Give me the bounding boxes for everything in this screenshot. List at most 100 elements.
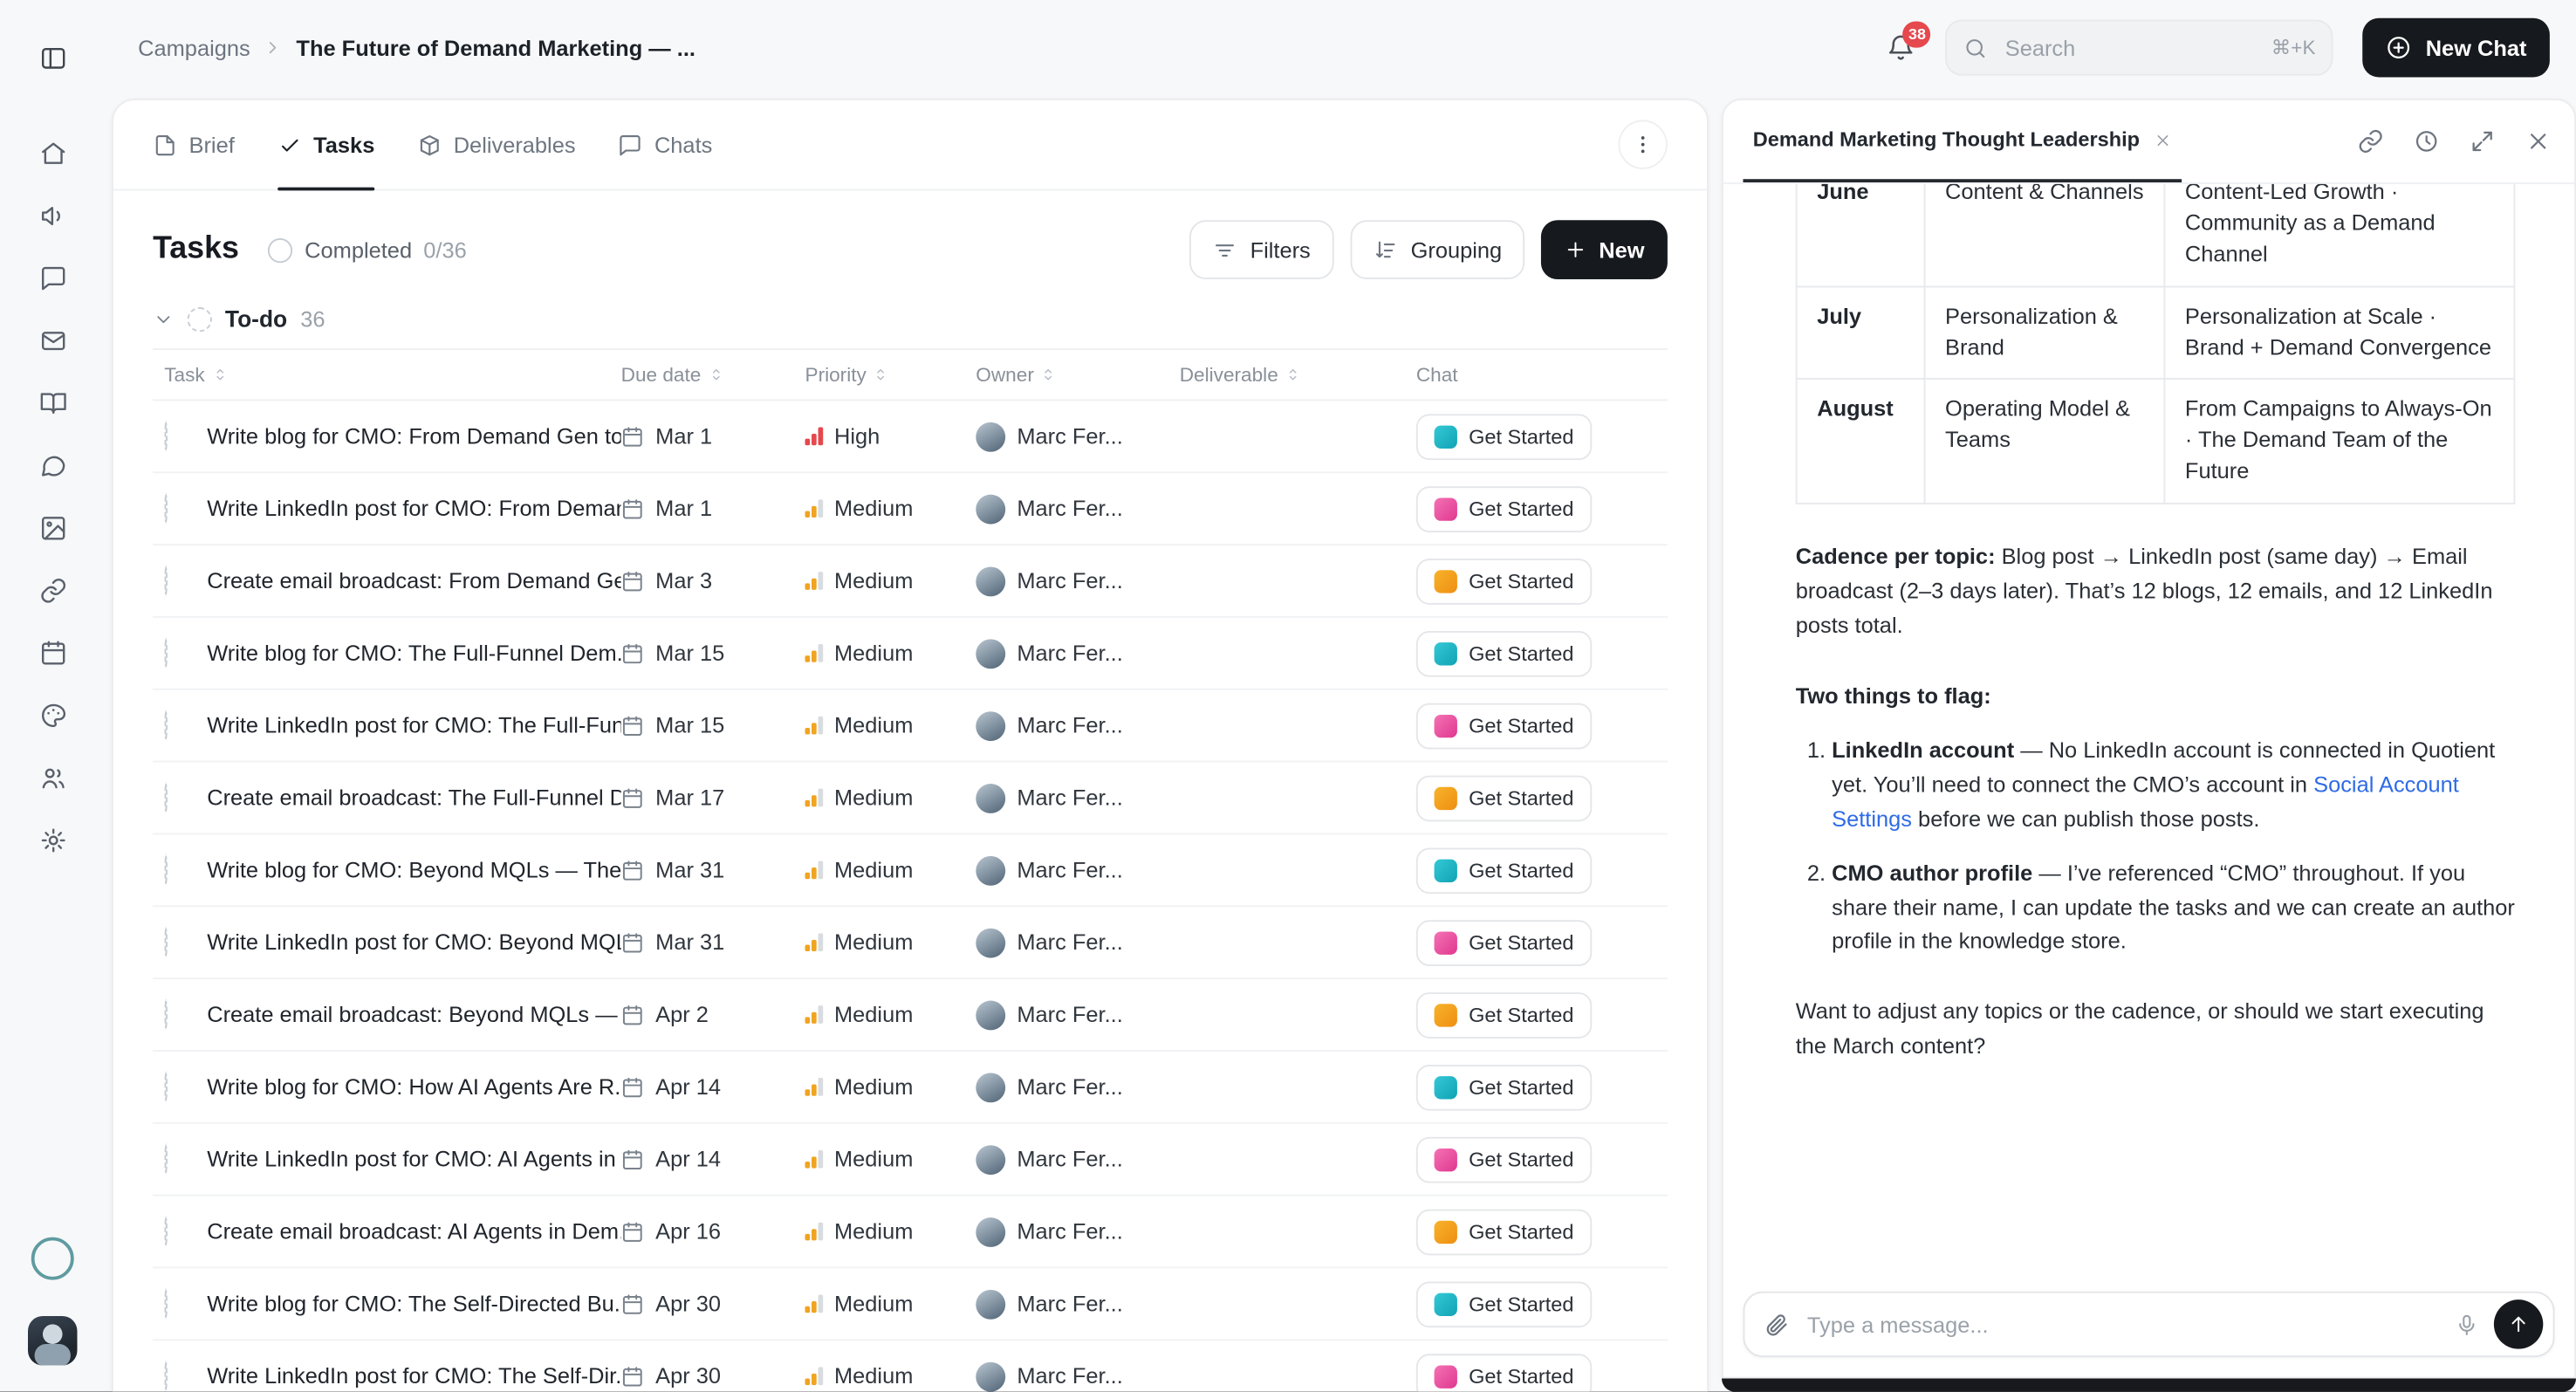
priority-icon [805, 1078, 822, 1096]
task-checkbox[interactable] [164, 1215, 168, 1246]
mic-icon[interactable] [2455, 1312, 2479, 1336]
task-priority: Medium [805, 1292, 976, 1316]
chat-tab-close-icon[interactable] [2155, 131, 2173, 149]
new-chat-button[interactable]: New Chat [2363, 18, 2550, 78]
todo-group-header[interactable]: To-do 36 [113, 292, 1707, 348]
tab-chats[interactable]: Chats [619, 100, 713, 189]
task-checkbox[interactable] [164, 1360, 168, 1391]
agents-icon[interactable] [28, 253, 77, 302]
topbar-actions: 38 ⌘+K New Chat [1887, 18, 2550, 78]
task-checkbox[interactable] [164, 565, 168, 596]
calendar-icon[interactable] [28, 627, 77, 676]
settings-icon[interactable] [28, 815, 77, 864]
task-checkbox[interactable] [164, 1142, 168, 1174]
table-row[interactable]: Write blog for CMO: How AI Agents Are R.… [153, 1052, 1668, 1124]
task-checkbox[interactable] [164, 709, 168, 740]
table-row[interactable]: Write LinkedIn post for CMO: The Full-Fu… [153, 690, 1668, 763]
get-started-button[interactable]: Get Started [1416, 630, 1592, 676]
tab-deliverables[interactable]: Deliverables [417, 100, 575, 189]
campaigns-icon[interactable] [28, 190, 77, 239]
col-deliverable[interactable]: Deliverable [1180, 363, 1416, 386]
get-started-button[interactable]: Get Started [1416, 991, 1592, 1038]
new-task-button[interactable]: New [1541, 220, 1668, 279]
get-started-button[interactable]: Get Started [1416, 413, 1592, 459]
get-started-button[interactable]: Get Started [1416, 485, 1592, 531]
table-row[interactable]: Write blog for CMO: The Full-Funnel Dem.… [153, 618, 1668, 690]
table-row[interactable]: Create email broadcast: The Full-Funnel … [153, 763, 1668, 835]
table-row[interactable]: Write blog for CMO: Beyond MQLs — The ..… [153, 834, 1668, 907]
get-started-button[interactable]: Get Started [1416, 1353, 1592, 1391]
team-icon[interactable] [28, 752, 77, 801]
chevron-down-icon[interactable] [153, 308, 174, 329]
search-box[interactable]: ⌘+K [1946, 20, 2333, 76]
media-icon[interactable] [28, 503, 77, 552]
task-checkbox[interactable] [164, 781, 168, 813]
table-row[interactable]: Write LinkedIn post for CMO: The Self-Di… [153, 1341, 1668, 1391]
task-checkbox[interactable] [164, 854, 168, 885]
search-input[interactable] [2002, 34, 2258, 62]
chat-app-icon [1435, 1075, 1457, 1098]
get-started-button[interactable]: Get Started [1416, 703, 1592, 749]
attach-icon[interactable] [1763, 1311, 1789, 1337]
tab-tasks[interactable]: Tasks [277, 100, 375, 189]
priority-icon [805, 1005, 822, 1024]
message-composer[interactable] [1743, 1292, 2554, 1357]
col-owner[interactable]: Owner [976, 363, 1179, 386]
get-started-button[interactable]: Get Started [1416, 1064, 1592, 1110]
status-ring-icon [31, 1238, 74, 1280]
sidebar-toggle-icon[interactable] [28, 33, 77, 82]
task-due-date: Mar 15 [621, 641, 805, 665]
knowledge-icon[interactable] [28, 378, 77, 427]
get-started-button[interactable]: Get Started [1416, 847, 1592, 894]
table-row[interactable]: Create email broadcast: From Demand Ge..… [153, 545, 1668, 618]
get-started-button[interactable]: Get Started [1416, 558, 1592, 604]
breadcrumb-current: The Future of Demand Marketing — ... [296, 35, 695, 59]
left-rail [0, 0, 105, 1392]
task-checkbox[interactable] [164, 420, 168, 451]
task-checkbox[interactable] [164, 637, 168, 669]
history-icon[interactable] [2414, 128, 2440, 154]
expand-icon[interactable] [2470, 128, 2496, 154]
task-checkbox[interactable] [164, 926, 168, 957]
get-started-button[interactable]: Get Started [1416, 1281, 1592, 1327]
chats-icon[interactable] [28, 441, 77, 490]
task-checkbox[interactable] [164, 1287, 168, 1319]
tab-brief[interactable]: Brief [153, 100, 235, 189]
get-started-button[interactable]: Get Started [1416, 919, 1592, 965]
task-due-date: Mar 17 [621, 785, 805, 810]
col-task[interactable]: Task [164, 363, 620, 386]
message-input[interactable] [1804, 1310, 2440, 1338]
task-checkbox[interactable] [164, 492, 168, 524]
home-icon[interactable] [28, 128, 77, 177]
table-row[interactable]: Write blog for CMO: The Self-Directed Bu… [153, 1268, 1668, 1341]
integrations-icon[interactable] [28, 566, 77, 614]
notifications-button[interactable]: 38 [1887, 33, 1916, 63]
get-started-button[interactable]: Get Started [1416, 775, 1592, 821]
table-row[interactable]: Write blog for CMO: From Demand Gen to .… [153, 401, 1668, 473]
mail-icon[interactable] [28, 315, 77, 364]
table-row[interactable]: Create email broadcast: AI Agents in Dem… [153, 1197, 1668, 1269]
get-started-button[interactable]: Get Started [1416, 1136, 1592, 1183]
get-started-button[interactable]: Get Started [1416, 1209, 1592, 1255]
table-row[interactable]: Write LinkedIn post for CMO: Beyond MQLs… [153, 907, 1668, 979]
col-due-date[interactable]: Due date [621, 363, 805, 386]
send-button[interactable] [2494, 1299, 2543, 1348]
table-row[interactable]: Write LinkedIn post for CMO: From Deman.… [153, 473, 1668, 545]
rail-nav [28, 128, 77, 864]
task-checkbox[interactable] [164, 998, 168, 1030]
table-row[interactable]: Create email broadcast: Beyond MQLs — ..… [153, 979, 1668, 1052]
close-panel-icon[interactable] [2525, 128, 2552, 154]
grouping-button[interactable]: Grouping [1350, 220, 1525, 279]
user-avatar[interactable] [28, 1316, 77, 1365]
chat-tab[interactable]: Demand Marketing Thought Leadership [1743, 100, 2182, 182]
filters-button[interactable]: Filters [1189, 220, 1333, 279]
more-options-button[interactable] [1618, 120, 1667, 168]
col-priority[interactable]: Priority [805, 363, 976, 386]
design-icon[interactable] [28, 690, 77, 739]
table-row[interactable]: Write LinkedIn post for CMO: AI Agents i… [153, 1124, 1668, 1197]
copy-link-icon[interactable] [2358, 128, 2384, 154]
task-checkbox[interactable] [164, 1071, 168, 1102]
calendar-icon [621, 1003, 644, 1025]
social-account-settings-link[interactable]: Social Account Settings [1832, 771, 2459, 831]
breadcrumb-campaigns[interactable]: Campaigns [138, 35, 250, 59]
